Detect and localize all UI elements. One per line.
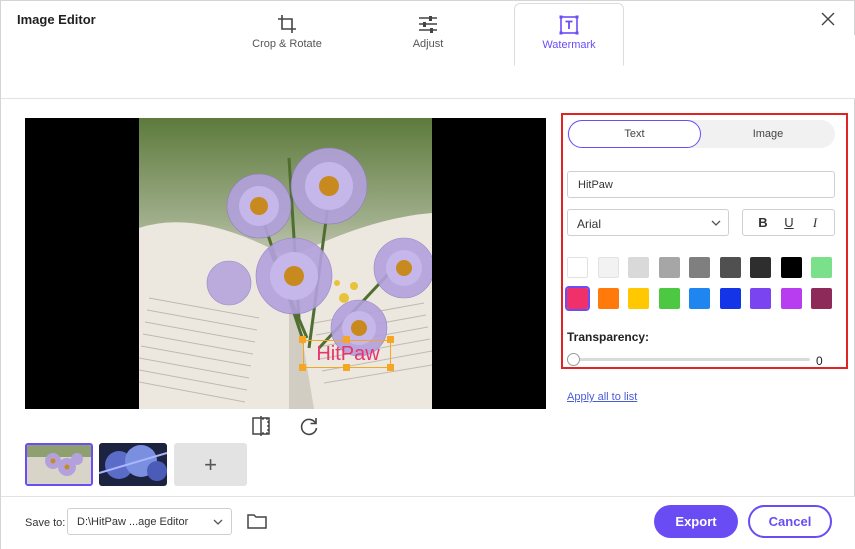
image-mode-button[interactable]: Image bbox=[701, 120, 835, 148]
watermark-type-toggle: Text Image bbox=[567, 120, 835, 148]
tab-watermark-label: Watermark bbox=[542, 39, 596, 51]
save-to-label: Save to: bbox=[25, 517, 66, 529]
folder-icon[interactable] bbox=[246, 511, 268, 531]
color-swatch[interactable] bbox=[565, 286, 590, 311]
image-editor-window: Image Editor Crop & Rotate Adjust Waterm… bbox=[0, 0, 855, 549]
color-swatch[interactable] bbox=[598, 288, 619, 309]
window-title: Image Editor bbox=[17, 12, 96, 27]
transparency-slider-track[interactable] bbox=[567, 358, 810, 361]
transparency-value: 0 bbox=[816, 354, 823, 368]
thumbnail-preview bbox=[99, 443, 167, 486]
thumbnail-preview bbox=[27, 445, 91, 484]
flip-icon[interactable] bbox=[250, 415, 272, 437]
transparency-label: Transparency: bbox=[567, 330, 650, 344]
color-swatch[interactable] bbox=[689, 288, 710, 309]
color-swatch[interactable] bbox=[781, 257, 802, 278]
chevron-down-icon bbox=[711, 220, 721, 226]
watermark-icon bbox=[559, 15, 579, 35]
tab-crop-rotate-label: Crop & Rotate bbox=[252, 38, 322, 50]
save-path-select[interactable]: D:\HitPaw ...age Editor bbox=[67, 508, 232, 535]
color-swatch[interactable] bbox=[781, 288, 802, 309]
color-swatch[interactable] bbox=[750, 288, 771, 309]
underline-button[interactable]: U bbox=[775, 210, 803, 235]
text-mode-button[interactable]: Text bbox=[568, 120, 701, 148]
crop-icon bbox=[278, 15, 296, 33]
save-path-value: D:\HitPaw ...age Editor bbox=[77, 516, 189, 528]
rotate-icon[interactable] bbox=[298, 415, 320, 437]
color-swatch[interactable] bbox=[659, 288, 680, 309]
color-swatch[interactable] bbox=[720, 257, 741, 278]
tab-crop-rotate[interactable]: Crop & Rotate bbox=[237, 3, 337, 65]
image-preview[interactable] bbox=[25, 118, 546, 409]
tab-adjust-label: Adjust bbox=[412, 38, 444, 50]
color-swatch[interactable] bbox=[720, 288, 741, 309]
tab-watermark[interactable]: Watermark bbox=[514, 3, 624, 66]
bold-button[interactable]: B bbox=[749, 210, 777, 235]
color-swatch[interactable] bbox=[567, 257, 588, 278]
color-swatch[interactable] bbox=[598, 257, 619, 278]
watermark-text-input[interactable] bbox=[567, 171, 835, 198]
tab-adjust[interactable]: Adjust bbox=[388, 3, 468, 65]
color-swatch[interactable] bbox=[750, 257, 771, 278]
color-swatch[interactable] bbox=[811, 288, 832, 309]
sliders-icon bbox=[419, 16, 437, 33]
color-swatch[interactable] bbox=[659, 257, 680, 278]
thumbnail-image-2[interactable] bbox=[99, 443, 167, 486]
watermark-text-overlay[interactable]: HitPaw bbox=[305, 341, 391, 367]
plus-icon: + bbox=[204, 452, 217, 477]
color-swatch[interactable] bbox=[628, 288, 649, 309]
color-swatch[interactable] bbox=[628, 257, 649, 278]
apply-all-link[interactable]: Apply all to list bbox=[567, 391, 637, 403]
font-select-value: Arial bbox=[577, 217, 602, 231]
text-style-group: B U I bbox=[742, 209, 835, 236]
chevron-down-icon bbox=[213, 519, 223, 525]
transparency-slider-thumb[interactable] bbox=[567, 353, 580, 366]
add-image-button[interactable]: + bbox=[174, 443, 247, 486]
color-swatch[interactable] bbox=[811, 257, 832, 278]
cancel-button[interactable]: Cancel bbox=[748, 505, 832, 538]
color-swatch[interactable] bbox=[689, 257, 710, 278]
italic-button[interactable]: I bbox=[801, 210, 829, 235]
close-icon[interactable] bbox=[818, 9, 838, 29]
font-select[interactable]: Arial bbox=[567, 209, 729, 236]
thumbnail-image-1[interactable] bbox=[25, 443, 93, 486]
export-button[interactable]: Export bbox=[654, 505, 738, 538]
